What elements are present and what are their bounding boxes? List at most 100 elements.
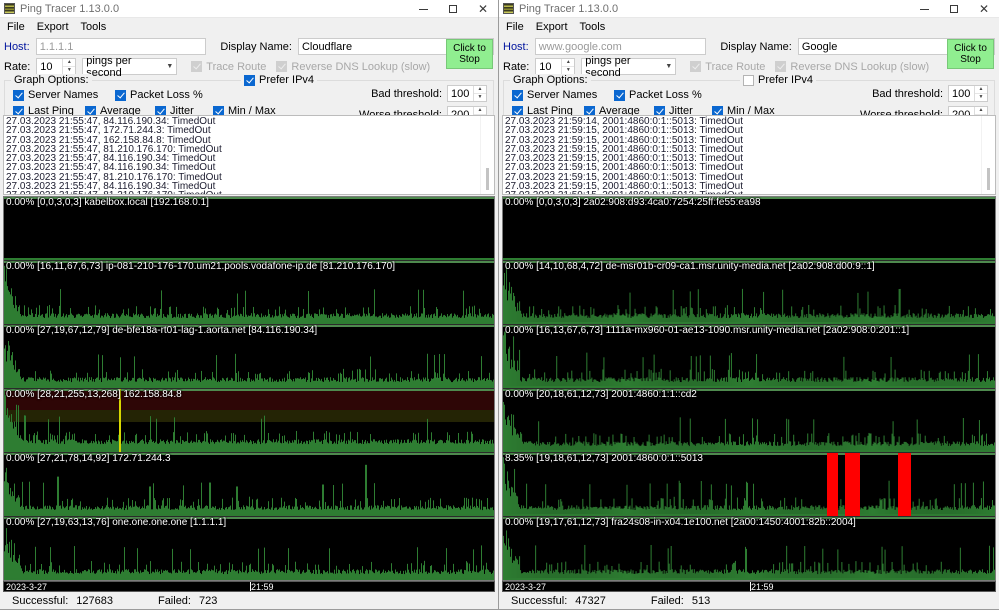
spinner-down-icon[interactable]: ▼ — [975, 94, 987, 101]
graph-row[interactable]: 0.00% [28,21,255,13,268] 162.158.84.8 — [4, 389, 494, 453]
host-input[interactable]: 1.1.1.1 — [35, 38, 207, 55]
scrollbar-thumb[interactable] — [987, 168, 990, 190]
graph-label: 0.00% [27,19,63,13,76] one.one.one.one [… — [6, 517, 227, 528]
menu-file[interactable]: File — [504, 20, 530, 34]
rate-unit-select[interactable]: pings per second ▼ — [581, 55, 677, 79]
failed-label: Failed: — [157, 595, 191, 607]
spinner-down-icon[interactable]: ▼ — [474, 94, 486, 101]
log-line: 27.03.2023 21:59:15, 2001:4860:0:1::5013… — [505, 191, 979, 194]
log-scrollbar[interactable] — [981, 116, 995, 194]
window-title: Ping Tracer 1.13.0.0 — [20, 2, 120, 15]
desktop: Ping Tracer 1.13.0.0 ✕ File Export Tools… — [0, 0, 999, 610]
graph-row[interactable]: 0.00% [14,10,68,4,72] de-msr01b-cr09-ca1… — [503, 261, 995, 325]
host-input[interactable]: www.google.com — [534, 38, 707, 55]
start-stop-button[interactable]: Click to Stop — [446, 39, 493, 69]
graph-row[interactable]: 0.00% [19,17,61,12,73] fra24s08-in-x04.1… — [503, 517, 995, 580]
spinner-up-icon[interactable]: ▲ — [562, 59, 575, 67]
window-controls: ✕ — [909, 0, 999, 18]
timeline-bar[interactable]: 2023-3-27 21:59 — [3, 581, 495, 592]
rate-spinner-buttons[interactable]: ▲ ▼ — [561, 59, 575, 74]
graph-row[interactable]: 0.00% [16,13,67,6,73] 1111a-mx960-01-ae1… — [503, 325, 995, 389]
checkbox-box — [276, 61, 288, 72]
graph-row[interactable]: 0.00% [27,19,63,13,76] one.one.one.one [… — [4, 517, 494, 580]
close-button[interactable]: ✕ — [969, 0, 999, 18]
checkbox-box — [512, 89, 523, 101]
log-line: 27.03.2023 21:55:47, 81.210.176.170: Tim… — [6, 191, 478, 194]
graph-row[interactable]: 8.35% [19,18,61,12,73] 2001:4860:0:1::50… — [503, 453, 995, 517]
host-label: Host: — [4, 40, 30, 53]
bad-threshold-spinner[interactable]: ▲ ▼ — [473, 86, 486, 101]
menu-file[interactable]: File — [5, 20, 31, 34]
chevron-down-icon: ▼ — [166, 63, 174, 70]
log-scrollbar[interactable] — [480, 116, 494, 194]
rate-stepper[interactable]: 10 ▲ ▼ — [36, 58, 77, 75]
option-packet-loss[interactable]: Packet Loss % — [115, 89, 203, 101]
graph-label: 0.00% [27,21,78,14,92] 172.71.244.3 — [6, 453, 171, 464]
graph-row[interactable]: 0.00% [16,11,67,6,73] ip-081-210-176-170… — [4, 261, 494, 325]
option-label: Server Names — [527, 89, 598, 101]
scrollbar-thumb[interactable] — [486, 168, 489, 190]
rate-spinner-buttons[interactable]: ▲ ▼ — [62, 59, 76, 74]
graph-label: 0.00% [14,10,68,4,72] de-msr01b-cr09-ca1… — [505, 261, 875, 272]
graph-options-title: Graph Options: — [510, 74, 591, 86]
titlebar[interactable]: Ping Tracer 1.13.0.0 ✕ — [0, 0, 498, 18]
display-name-label: Display Name: — [720, 40, 792, 53]
titlebar[interactable]: Ping Tracer 1.13.0.0 ✕ — [499, 0, 999, 18]
graph-row[interactable]: 0.00% [20,18,61,12,73] 2001:4860:1:1::cd… — [503, 389, 995, 453]
option-server-names[interactable]: Server Names — [512, 89, 604, 101]
close-button[interactable]: ✕ — [468, 0, 498, 18]
timeline-bar[interactable]: 2023-3-27 21:59 — [502, 581, 996, 592]
bad-threshold-value[interactable]: 100 — [949, 86, 974, 101]
successful-label: Successful: — [12, 595, 69, 607]
minimize-icon — [919, 8, 929, 10]
reverse-dns-label: Reverse DNS Lookup (slow) — [790, 60, 930, 73]
graph-label: 0.00% [16,11,67,6,73] ip-081-210-176-170… — [6, 261, 395, 272]
stop-button-line2: Stop — [960, 54, 981, 65]
graph-row[interactable]: 0.00% [27,19,67,12,79] de-bfe18a-rt01-la… — [4, 325, 494, 389]
spinner-down-icon[interactable]: ▼ — [562, 67, 574, 74]
graph-label: 0.00% [0,0,3,0,3] 2a02:908:d93:4ca0:7254… — [505, 197, 761, 208]
log-lines: 27.03.2023 21:55:47, 84.116.190.34: Time… — [4, 116, 480, 194]
reverse-dns-label: Reverse DNS Lookup (slow) — [291, 60, 431, 73]
rate-stepper[interactable]: 10 ▲ ▼ — [535, 58, 576, 75]
bad-threshold-stepper[interactable]: 100 ▲ ▼ — [948, 85, 988, 102]
option-server-names[interactable]: Server Names — [13, 89, 105, 101]
rate-value[interactable]: 10 — [536, 59, 561, 74]
start-stop-button[interactable]: Click to Stop — [947, 39, 994, 69]
bad-threshold-spinner[interactable]: ▲ ▼ — [974, 86, 987, 101]
minimize-button[interactable] — [408, 0, 438, 18]
spinner-up-icon[interactable]: ▲ — [975, 86, 987, 94]
maximize-button[interactable] — [939, 0, 969, 18]
menu-tools[interactable]: Tools — [578, 20, 612, 34]
reverse-dns-checkbox: Reverse DNS Lookup (slow) — [276, 61, 430, 73]
bad-threshold-stepper[interactable]: 100 ▲ ▼ — [447, 85, 487, 102]
graph-row[interactable]: 0.00% [0,0,3,0,3] kabelbox.local [192.16… — [4, 197, 494, 261]
spinner-up-icon[interactable]: ▲ — [474, 107, 486, 115]
prefer-ipv4-checkbox[interactable]: Prefer IPv4 — [241, 74, 318, 86]
option-packet-loss[interactable]: Packet Loss % — [614, 89, 702, 101]
statusbar: Successful: 127683 Failed: 723 — [0, 592, 498, 609]
minimize-icon — [418, 8, 428, 10]
graph-label: 8.35% [19,18,61,12,73] 2001:4860:0:1::50… — [505, 453, 703, 464]
rate-unit-select[interactable]: pings per second ▼ — [82, 55, 178, 79]
spinner-up-icon[interactable]: ▲ — [63, 59, 76, 67]
menu-export[interactable]: Export — [35, 20, 75, 34]
spinner-up-icon[interactable]: ▲ — [474, 86, 486, 94]
minimize-button[interactable] — [909, 0, 939, 18]
prefer-ipv4-checkbox[interactable]: Prefer IPv4 — [740, 74, 817, 86]
graph-options-title: Graph Options: — [11, 74, 92, 86]
bad-threshold-label: Bad threshold: — [872, 87, 943, 100]
graph-row[interactable]: 0.00% [27,21,78,14,92] 172.71.244.3 — [4, 453, 494, 517]
bad-threshold-value[interactable]: 100 — [448, 86, 473, 101]
spinner-down-icon[interactable]: ▼ — [63, 67, 75, 74]
timeline-mid-label: 21:59 — [250, 582, 274, 592]
maximize-button[interactable] — [438, 0, 468, 18]
prefer-ipv4-label: Prefer IPv4 — [758, 74, 814, 86]
rate-value[interactable]: 10 — [37, 59, 62, 74]
spinner-up-icon[interactable]: ▲ — [975, 107, 987, 115]
menu-export[interactable]: Export — [534, 20, 574, 34]
successful-value: 127683 — [76, 595, 113, 607]
packet-loss-bar — [826, 453, 838, 516]
graph-row[interactable]: 0.00% [0,0,3,0,3] 2a02:908:d93:4ca0:7254… — [503, 197, 995, 261]
menu-tools[interactable]: Tools — [79, 20, 113, 34]
